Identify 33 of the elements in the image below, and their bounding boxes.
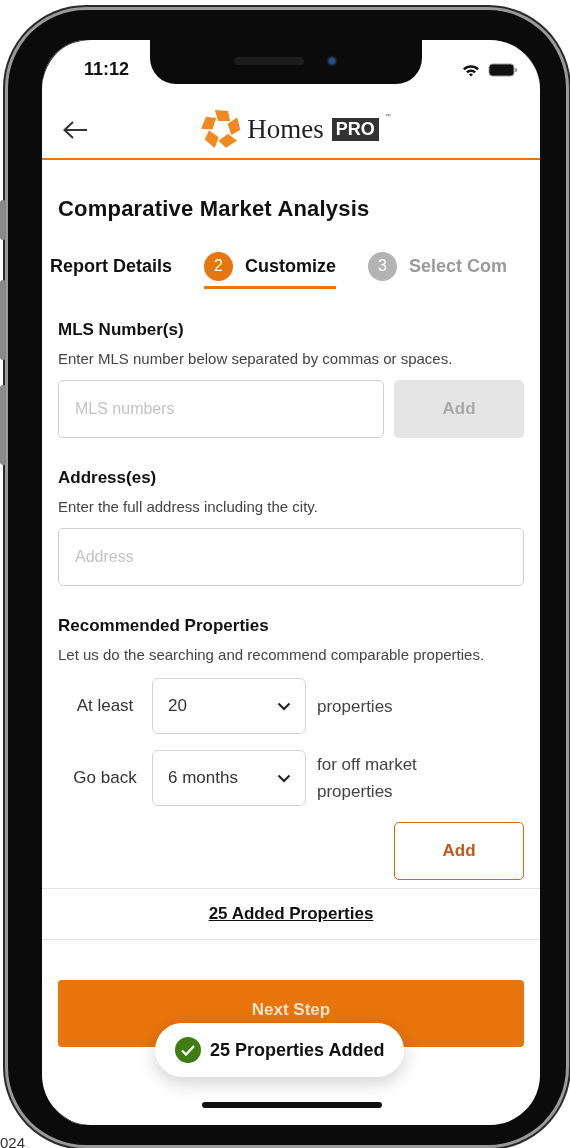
section-heading: Recommended Properties [58, 616, 270, 636]
logo-icon [201, 109, 242, 149]
step-tab[interactable]: Report Details [50, 246, 173, 289]
mls-input-field[interactable]: MLS numbers [58, 380, 384, 438]
section-description: Enter MLS number below separated by commas or spaces. [58, 349, 454, 369]
dropdown-select[interactable]: 20 [152, 678, 306, 734]
brand-name: Homes [247, 113, 324, 145]
check-circle-icon [175, 1037, 201, 1063]
option-label: Go back [72, 768, 138, 788]
section-description: Let us do the searching and recommend comparable properties. [58, 645, 486, 665]
back-arrow-icon[interactable] [62, 120, 88, 140]
add-button[interactable]: Add [394, 822, 524, 880]
battery-icon [488, 63, 518, 77]
option-suffix: properties [317, 695, 394, 718]
section-description: Enter the full address including the city. [58, 497, 319, 517]
caption-text: 024 [0, 1134, 26, 1148]
brand-badge: PRO [331, 117, 379, 141]
step-number: 2 [204, 251, 234, 281]
page-title: Comparative Market Analysis [58, 196, 371, 222]
section-heading: MLS Number(s) [58, 320, 185, 340]
step-number: 3 [368, 251, 398, 281]
added-properties-link[interactable]: 25 Added Properties [208, 904, 374, 924]
dropdown-select[interactable]: 6 months [152, 750, 306, 806]
option-suffix: for off market properties [317, 754, 418, 803]
chevron-down-icon [277, 701, 291, 711]
section-heading: Address(es) [58, 468, 158, 488]
status-time: 11:12 [84, 58, 130, 80]
wifi-icon [462, 63, 480, 77]
step-tab[interactable]: 2 Customize [204, 246, 337, 289]
chevron-down-icon [277, 773, 291, 783]
option-label: At least [75, 696, 135, 716]
address-input-field[interactable]: Address [58, 528, 524, 586]
camera-lens [326, 55, 338, 67]
